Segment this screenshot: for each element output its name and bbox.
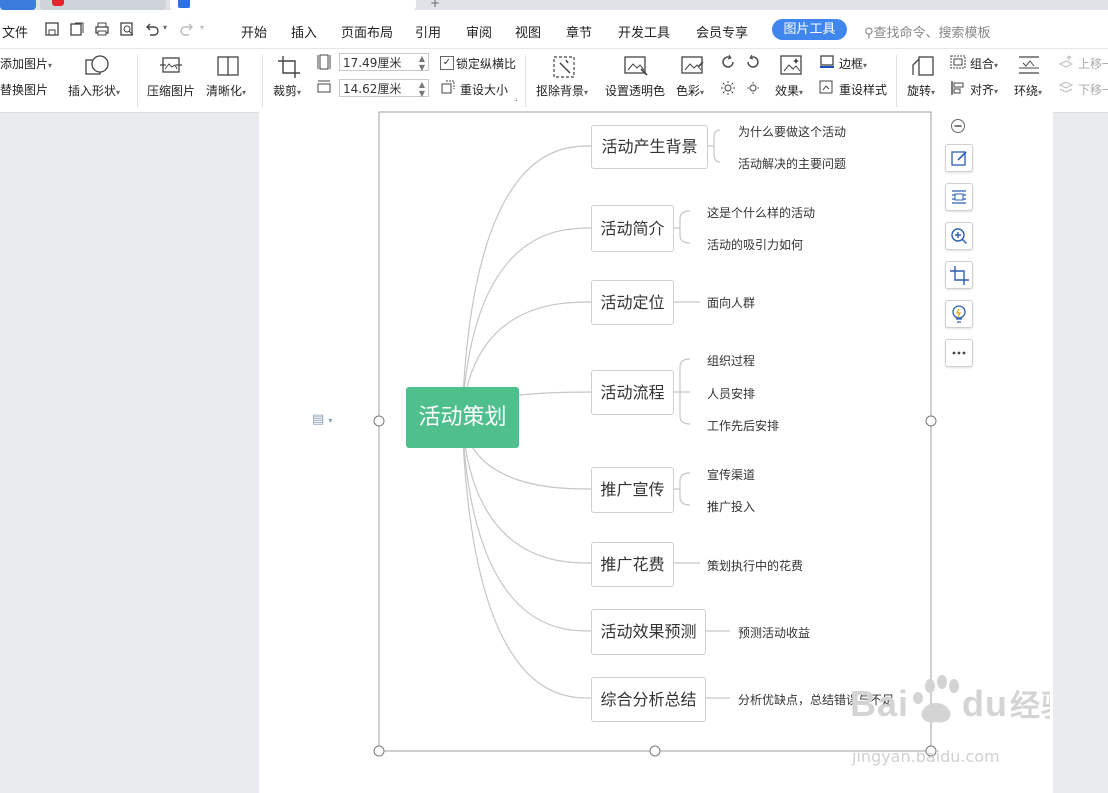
baidu-jingyan-watermark: Bai du 经验 (850, 672, 1071, 740)
crop-icon (950, 266, 969, 285)
resize-handle-right[interactable] (925, 415, 937, 427)
branch-node: 活动简介 (591, 205, 674, 252)
branch-node: 活动流程 (591, 370, 674, 415)
connector-line (461, 145, 592, 419)
watermark-url: jingyan.baidu.com (852, 747, 1000, 766)
leaf-node: 这是个什么样的活动 (707, 206, 816, 220)
connector-line (713, 129, 721, 163)
leaf-node: 组织过程 (707, 354, 756, 368)
connector-line (679, 210, 691, 244)
resize-handle-left[interactable] (373, 415, 385, 427)
leaf-node: 活动的吸引力如何 (707, 238, 804, 252)
connector-line (461, 417, 592, 699)
crop-picture-button[interactable] (945, 261, 973, 289)
branch-node: 综合分析总结 (591, 677, 706, 722)
more-options-button[interactable] (945, 339, 973, 367)
branch-node: 活动产生背景 (591, 125, 708, 169)
svg-text:du: du (962, 683, 1008, 724)
leaf-node: 策划执行中的花费 (707, 559, 804, 573)
zoom-in-icon (951, 228, 967, 244)
connector-line (679, 472, 691, 506)
leaf-node: 预测活动收益 (738, 626, 811, 640)
resize-handle-bottom[interactable] (649, 745, 661, 757)
mindmap-center-node: 活动策划 (406, 387, 519, 448)
smart-suggest-button[interactable] (945, 300, 973, 328)
branch-node: 推广花费 (591, 542, 674, 587)
baidu-logo-icon: Bai du 经验 (850, 675, 1071, 724)
branch-node: 推广宣传 (591, 467, 674, 513)
svg-text:经验: 经验 (1010, 689, 1050, 724)
collapse-icon[interactable] (950, 118, 966, 134)
zoom-picture-button[interactable] (945, 222, 973, 250)
layout-options-button[interactable] (945, 183, 973, 211)
leaf-node: 工作先后安排 (707, 419, 780, 433)
branch-node: 活动定位 (591, 280, 674, 325)
more-icon (952, 351, 966, 355)
leaf-node: 宣传渠道 (707, 468, 756, 482)
leaf-node: 为什么要做这个活动 (738, 125, 847, 139)
edit-icon (951, 151, 967, 166)
lightbulb-icon (952, 305, 966, 323)
leaf-node: 推广投入 (707, 500, 756, 514)
layout-icon (952, 190, 966, 204)
anchor-icon[interactable]: ▤ ▾ (312, 412, 332, 427)
leaf-node: 活动解决的主要问题 (738, 157, 847, 171)
connector-line (461, 417, 592, 632)
resize-handle-bottom-left[interactable] (373, 745, 385, 757)
edit-picture-button[interactable] (945, 144, 973, 172)
leaf-node: 人员安排 (707, 387, 756, 401)
branch-node: 活动效果预测 (591, 609, 706, 655)
leaf-node: 面向人群 (707, 296, 756, 310)
svg-text:Bai: Bai (850, 683, 909, 724)
